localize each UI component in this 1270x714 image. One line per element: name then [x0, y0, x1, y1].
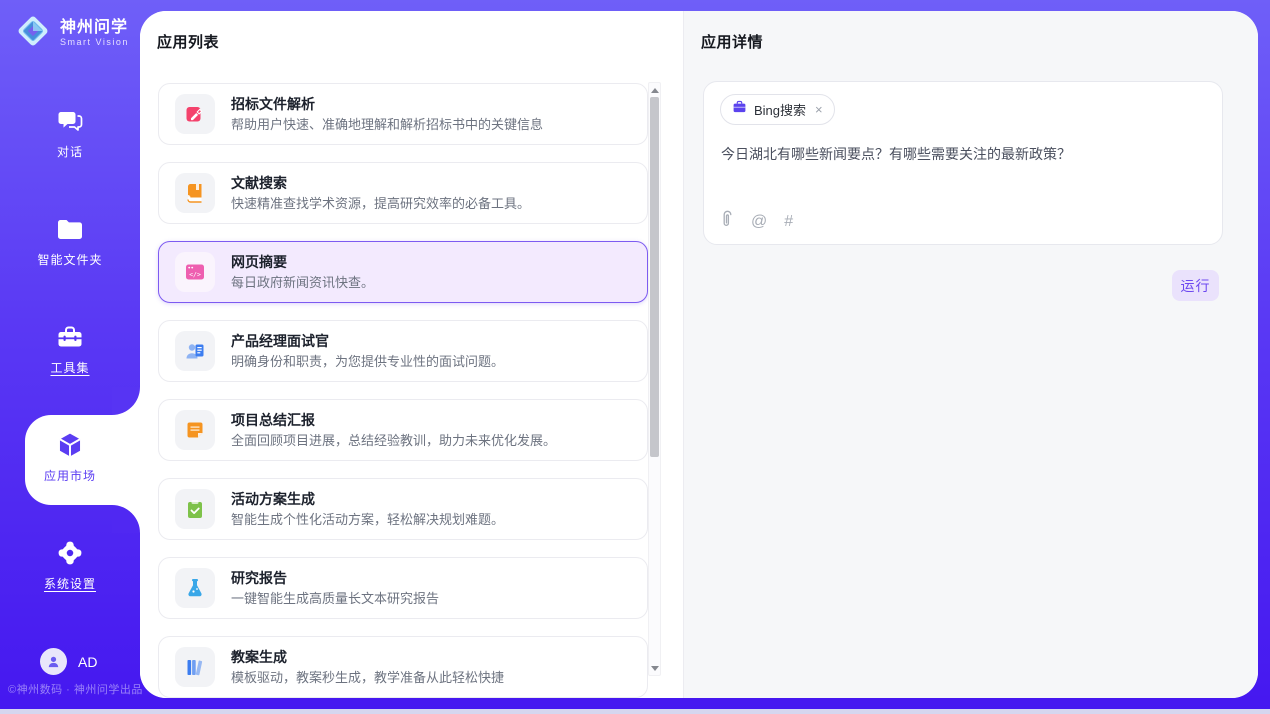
sidebar-item-label: 工具集 — [50, 359, 89, 376]
user-initials: AD — [78, 654, 97, 670]
app-text: 教案生成 模板驱动，教案秒生成，教学准备从此轻松快捷 — [231, 648, 504, 687]
list-item[interactable]: 研究报告 一键智能生成高质量长文本研究报告 — [158, 557, 648, 619]
run-button[interactable]: 运行 — [1172, 270, 1219, 301]
list-item[interactable]: 活动方案生成 智能生成个性化活动方案，轻松解决规划难题。 — [158, 478, 648, 540]
sidebar-item-label: 智能文件夹 — [37, 251, 102, 268]
sidebar: 神州问学 Smart Vision 对话 智能文件夹 — [0, 0, 140, 714]
list-item[interactable]: 项目总结汇报 全面回顾项目进展，总结经验教训，助力未来优化发展。 — [158, 399, 648, 461]
app-text: 网页摘要 每日政府新闻资讯快查。 — [231, 253, 374, 292]
app-text: 项目总结汇报 全面回顾项目进展，总结经验教训，助力未来优化发展。 — [231, 411, 556, 450]
copyright-text: ©神州数码 · 神州问学出品 — [8, 681, 143, 697]
app-icon — [175, 173, 215, 213]
app-text: 招标文件解析 帮助用户快速、准确地理解和解析招标书中的关键信息 — [231, 95, 543, 134]
scrollbar-thumb[interactable] — [650, 97, 659, 457]
brand-logo: 神州问学 Smart Vision — [14, 12, 129, 55]
app-icon — [175, 568, 215, 608]
app-icon — [175, 94, 215, 134]
app-title: 产品经理面试官 — [231, 332, 504, 351]
sidebar-item-label: 系统设置 — [44, 575, 96, 592]
tool-tag-bing-search[interactable]: Bing搜索 × — [720, 94, 835, 125]
app-icon — [175, 410, 215, 450]
app-text: 文献搜索 快速精准查找学术资源，提高研究效率的必备工具。 — [231, 174, 530, 213]
app-title: 教案生成 — [231, 648, 504, 667]
user-account[interactable]: AD — [40, 648, 97, 675]
sidebar-item-smart-folder[interactable]: 智能文件夹 — [0, 214, 140, 269]
app-title: 网页摘要 — [231, 253, 374, 272]
query-input[interactable]: 今日湖北有哪些新闻要点？有哪些需要关注的最新政策？ — [721, 144, 1205, 164]
sidebar-item-toolset[interactable]: 工具集 — [0, 322, 140, 377]
sidebar-item-label: 应用市场 — [44, 467, 96, 484]
chat-icon — [0, 106, 140, 136]
scrollbar-up-arrow[interactable] — [649, 84, 660, 96]
app-description: 模板驱动，教案秒生成，教学准备从此轻松快捷 — [231, 669, 504, 687]
app-text: 活动方案生成 智能生成个性化活动方案，轻松解决规划难题。 — [231, 490, 504, 529]
tag-close-icon[interactable]: × — [815, 102, 823, 117]
app-description: 一键智能生成高质量长文本研究报告 — [231, 590, 439, 608]
app-detail-title: 应用详情 — [701, 31, 763, 52]
folder-icon — [0, 214, 140, 244]
main-content: 应用列表 招标文件解析 帮助用户快速、准确地理解和解析招标书中的关键信息 文献搜… — [140, 11, 1258, 698]
app-icon — [175, 489, 215, 529]
app-description: 帮助用户快速、准确地理解和解析招标书中的关键信息 — [231, 116, 543, 134]
toolbox-icon — [0, 322, 140, 352]
nav-bump-curve-top — [112, 387, 140, 415]
app-title: 招标文件解析 — [231, 95, 543, 114]
list-item[interactable]: 招标文件解析 帮助用户快速、准确地理解和解析招标书中的关键信息 — [158, 83, 648, 145]
app-list: 招标文件解析 帮助用户快速、准确地理解和解析招标书中的关键信息 文献搜索 快速精… — [158, 83, 648, 698]
paperclip-icon[interactable] — [721, 210, 734, 234]
app-title: 研究报告 — [231, 569, 439, 588]
app-list-panel: 应用列表 招标文件解析 帮助用户快速、准确地理解和解析招标书中的关键信息 文献搜… — [140, 11, 683, 698]
nav-bump-curve-bottom — [112, 505, 140, 533]
list-item[interactable]: 文献搜索 快速精准查找学术资源，提高研究效率的必备工具。 — [158, 162, 648, 224]
diamond-logo-icon — [14, 12, 52, 55]
gear-icon — [0, 538, 140, 568]
at-icon[interactable]: @ — [751, 212, 767, 232]
app-title: 活动方案生成 — [231, 490, 504, 509]
app-text: 产品经理面试官 明确身份和职责，为您提供专业性的面试问题。 — [231, 332, 504, 371]
avatar — [40, 648, 67, 675]
bottom-edge-strip — [0, 709, 1270, 714]
list-item[interactable]: 产品经理面试官 明确身份和职责，为您提供专业性的面试问题。 — [158, 320, 648, 382]
app-detail-panel: 应用详情 Bing搜索 × 今日湖北有哪些新闻要点？有哪些需要关注的最新政策？ — [683, 11, 1258, 698]
app-icon: </> — [175, 252, 215, 292]
app-list-title: 应用列表 — [157, 31, 219, 52]
app-text: 研究报告 一键智能生成高质量长文本研究报告 — [231, 569, 439, 608]
tool-tag-label: Bing搜索 — [754, 100, 806, 119]
app-icon — [175, 331, 215, 371]
list-item[interactable]: 教案生成 模板驱动，教案秒生成，教学准备从此轻松快捷 — [158, 636, 648, 698]
list-item[interactable]: </> 网页摘要 每日政府新闻资讯快查。 — [158, 241, 648, 303]
scrollbar-down-arrow[interactable] — [649, 662, 660, 674]
card-toolbar: @ # — [721, 210, 793, 234]
sidebar-item-app-market[interactable]: 应用市场 — [0, 430, 140, 485]
app-title: 文献搜索 — [231, 174, 530, 193]
sidebar-item-settings[interactable]: 系统设置 — [0, 538, 140, 593]
svg-text:</>: </> — [189, 271, 201, 279]
briefcase-icon — [732, 100, 747, 119]
app-icon — [175, 647, 215, 687]
app-description: 明确身份和职责，为您提供专业性的面试问题。 — [231, 353, 504, 371]
hash-icon[interactable]: # — [784, 212, 793, 232]
cube-icon — [0, 430, 140, 460]
app-description: 全面回顾项目进展，总结经验教训，助力未来优化发展。 — [231, 432, 556, 450]
brand-name: 神州问学 — [60, 19, 129, 37]
app-description: 每日政府新闻资讯快查。 — [231, 274, 374, 292]
app-description: 快速精准查找学术资源，提高研究效率的必备工具。 — [231, 195, 530, 213]
query-card: Bing搜索 × 今日湖北有哪些新闻要点？有哪些需要关注的最新政策？ @ # — [703, 81, 1223, 245]
sidebar-item-label: 对话 — [57, 143, 83, 160]
app-title: 项目总结汇报 — [231, 411, 556, 430]
sidebar-item-chat[interactable]: 对话 — [0, 106, 140, 161]
app-window: { "brand": { "name": "神州问学", "subtitle":… — [0, 0, 1270, 714]
list-scrollbar[interactable] — [648, 82, 661, 676]
app-description: 智能生成个性化活动方案，轻松解决规划难题。 — [231, 511, 504, 529]
brand-subtitle: Smart Vision — [60, 37, 129, 48]
